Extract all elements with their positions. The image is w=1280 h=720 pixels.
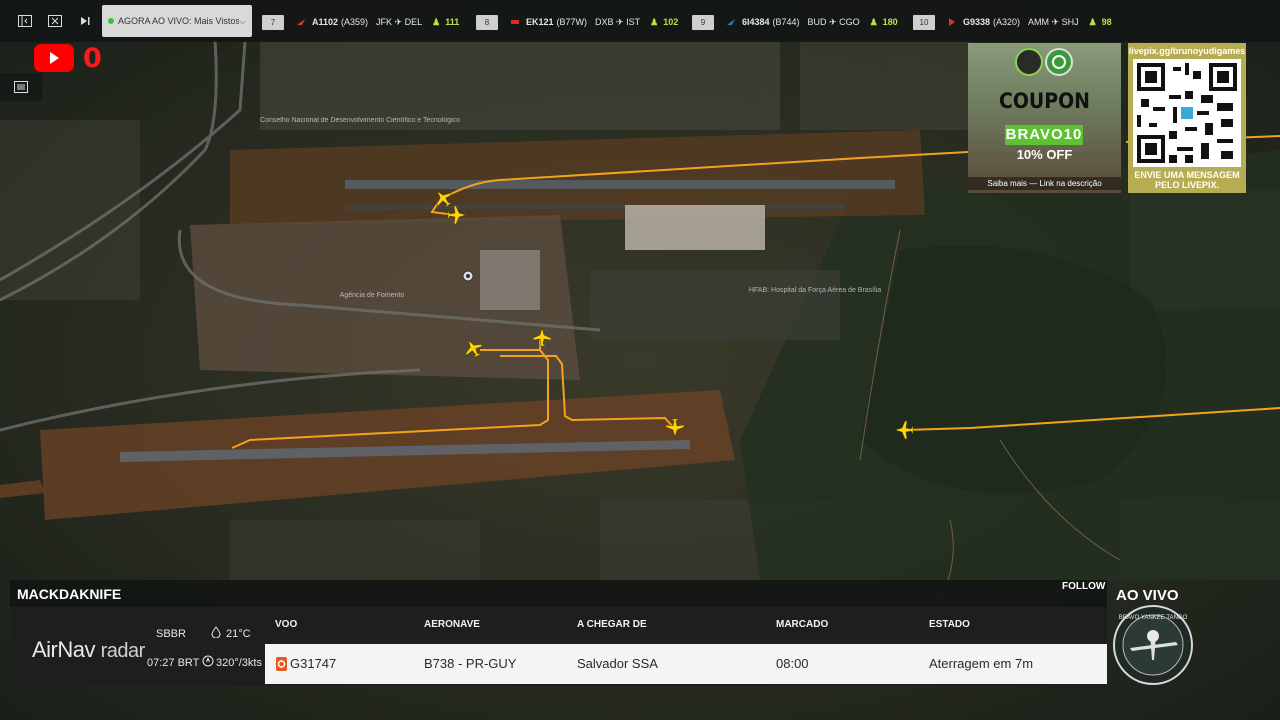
column-header-aircraft: AERONAVE: [424, 619, 480, 630]
flight-aircraft-type: (A320): [993, 17, 1021, 27]
coupon-banner[interactable]: COUPON BRAVO10 10% OFF Saiba mais — Link…: [968, 43, 1121, 193]
live-filter-label: AGORA AO VIVO: Mais Vistos: [118, 16, 240, 26]
live-label: AO VIVO: [1116, 587, 1179, 604]
flight-aircraft-type: (B77W): [556, 17, 588, 27]
airport-code: SBBR: [156, 628, 186, 640]
arrivals-panel: AirNav radar SBBR 07:27 BRT 21°C 320°/3k…: [10, 607, 1107, 686]
table-row[interactable]: G31747 B738 - PR-GUY Salvador SSA 08:00 …: [265, 644, 1107, 684]
top-flight-item[interactable]: 10 G9338 (A320) AMM ✈ SHJ ♟ 98: [913, 14, 1112, 30]
coupon-code: BRAVO10: [1005, 125, 1083, 145]
origin: Salvador SSA: [577, 656, 658, 671]
column-header-scheduled: MARCADO: [776, 619, 829, 630]
flight-route: BUD ✈ CGO: [807, 16, 860, 27]
coupon-footer: Saiba mais — Link na descrição: [968, 177, 1121, 190]
airline-logo-icon: [949, 18, 955, 26]
scheduled-time: 08:00: [776, 656, 809, 671]
flight-status: Aterragem em 7m: [929, 656, 1034, 671]
streamer-username: MACKDAKNIFE: [17, 586, 122, 602]
column-header-flight: VOO: [275, 619, 298, 630]
flight-rank: 10: [913, 14, 935, 30]
flight-aircraft-type: (B744): [772, 17, 800, 27]
viewers-icon: ♟: [650, 16, 659, 27]
wind-icon: [202, 655, 214, 670]
column-header-status: ESTADO: [929, 619, 970, 630]
map-label: Agência de Fomento: [340, 292, 405, 299]
flight-rank: 8: [476, 14, 498, 30]
cloud-icon: [209, 626, 223, 641]
location-pin-icon: [462, 270, 474, 282]
chevron-down-icon: ⌵: [239, 15, 246, 26]
viewer-count: 180: [882, 16, 898, 27]
map-label: HFAB: Hospital da Força Aérea de Brasíli…: [749, 287, 881, 294]
viewer-count: 98: [1101, 16, 1112, 27]
livepix-message: ENVIE UMA MENSAGEM PELO LIVEPIX.: [1134, 170, 1240, 190]
airline-logo-icon: [276, 657, 287, 674]
channel-badge-icon: BRAVO YANKEE TANGO: [1113, 605, 1193, 685]
badge-text: BRAVO YANKEE TANGO: [1119, 615, 1188, 621]
youtube-icon: [34, 44, 74, 72]
viewers-icon: ♟: [432, 16, 441, 27]
flight-route: AMM ✈ SHJ: [1028, 16, 1079, 27]
flight-callsign: EK121: [526, 17, 554, 27]
flight-callsign: 6I4384: [742, 17, 770, 27]
radar-stream-view: Conselho Nacional de Desenvolvimento Cie…: [0, 0, 1280, 720]
youtube-counter: 0: [83, 43, 102, 74]
viewer-count: 102: [663, 16, 679, 27]
panel-header: MACKDAKNIFE: [10, 580, 1107, 607]
column-header-origin: A CHEGAR DE: [577, 619, 647, 630]
flight-route: DXB ✈ IST: [595, 16, 641, 27]
brand-suffix: radar: [100, 640, 146, 662]
airnav-logo: AirNav radar: [32, 637, 145, 663]
livepix-qr-card[interactable]: livepix.gg/brunoyudigames ENVIE UMA MENS…: [1128, 43, 1246, 193]
live-filter-dropdown[interactable]: AGORA AO VIVO: Mais Vistos ⌵: [102, 5, 252, 37]
flight-aircraft-type: (A359): [341, 17, 369, 27]
local-time: 07:27 BRT: [147, 657, 200, 669]
top-flight-item[interactable]: 7 A1102 (A359) JFK ✈ DEL ♟ 111: [262, 14, 459, 30]
viewer-count: 111: [445, 16, 460, 27]
brand-name: AirNav: [32, 637, 96, 662]
qr-code-icon: [1133, 59, 1241, 167]
airline-logo-icon: [727, 19, 735, 25]
coupon-title: COUPON: [999, 89, 1090, 113]
menu-icon[interactable]: [0, 73, 42, 101]
sponsor-logo-icon: [1015, 48, 1073, 76]
top-flight-item[interactable]: 8 EK121 (B77W) DXB ✈ IST ♟ 102: [476, 14, 678, 30]
flight-number: G31747: [290, 656, 337, 671]
airline-logo-icon: [511, 20, 519, 24]
livepix-url: livepix.gg/brunoyudigames: [1128, 46, 1246, 56]
flight-rank: 9: [692, 14, 714, 30]
viewers-icon: ♟: [1088, 16, 1097, 27]
sidebar-toggle-icon[interactable]: [12, 8, 38, 34]
flight-callsign: G9338: [963, 17, 991, 27]
top-flight-item[interactable]: 9 6I4384 (B744) BUD ✈ CGO ♟ 180: [692, 14, 898, 30]
close-panel-icon[interactable]: [42, 8, 68, 34]
live-dot-icon: [108, 18, 114, 24]
top-bar: AGORA AO VIVO: Mais Vistos ⌵ 7 A1102 (A3…: [0, 0, 1280, 42]
map-label: Conselho Nacional de Desenvolvimento Cie…: [260, 117, 460, 124]
next-icon[interactable]: [72, 8, 98, 34]
wind: 320°/3kts: [216, 657, 262, 669]
temperature: 21°C: [226, 628, 251, 640]
coupon-discount: 10% OFF: [1016, 147, 1073, 162]
aircraft-registration: B738 - PR-GUY: [424, 656, 517, 671]
follow-button[interactable]: FOLLOW: [1062, 581, 1105, 592]
flight-rank: 7: [262, 14, 284, 30]
viewers-icon: ♟: [869, 16, 878, 27]
flight-route: JFK ✈ DEL: [376, 16, 423, 27]
flight-callsign: A1102: [312, 17, 339, 27]
airline-logo-icon: [297, 19, 305, 25]
